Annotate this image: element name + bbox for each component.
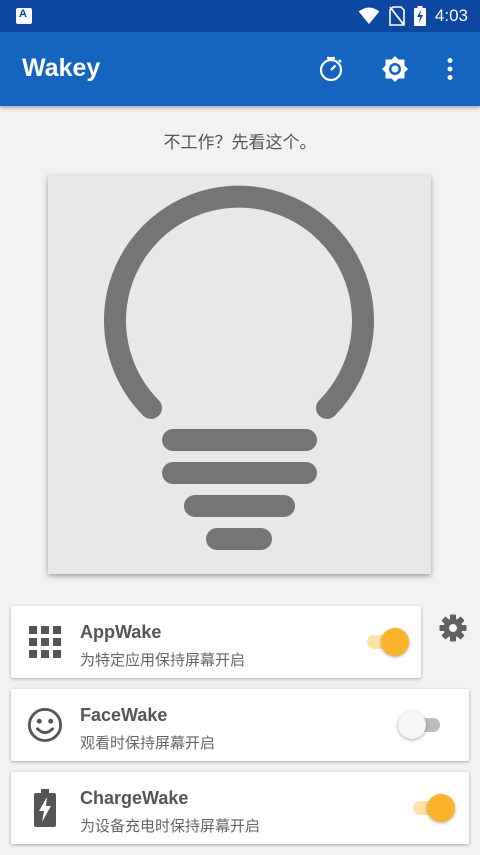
more-vert-icon — [447, 58, 453, 80]
facewake-title: FaceWake — [80, 705, 168, 725]
chargewake-card[interactable]: ChargeWake 为设备充电时保持屏幕开启 — [11, 772, 469, 844]
notification-a-icon: A — [16, 8, 32, 24]
status-time: 4:03 — [434, 6, 468, 25]
facewake-toggle[interactable] — [398, 711, 444, 739]
appwake-settings-button[interactable] — [438, 613, 468, 643]
app-bar: Wakey — [0, 32, 480, 106]
battery-charging-icon — [27, 789, 63, 827]
facewake-card[interactable]: FaceWake 观看时保持屏幕开启 — [11, 689, 469, 761]
chargewake-toggle[interactable] — [409, 794, 455, 822]
toggle-thumb — [381, 628, 409, 656]
timer-icon — [319, 56, 343, 82]
appwake-title: AppWake — [80, 622, 162, 642]
appwake-card[interactable]: AppWake 为特定应用保持屏幕开启 — [11, 606, 421, 678]
battery-charging-icon — [413, 6, 426, 26]
smiley-face-icon — [27, 707, 63, 743]
no-sim-icon — [389, 6, 405, 26]
wifi-icon — [358, 7, 380, 25]
app-title: Wakey — [22, 54, 101, 82]
status-bar: A 4:03 — [0, 0, 480, 32]
brightness-icon — [382, 56, 408, 82]
more-options-button[interactable] — [436, 55, 464, 83]
appwake-subtitle: 为特定应用保持屏幕开启 — [80, 651, 246, 669]
facewake-subtitle: 观看时保持屏幕开启 — [80, 734, 216, 752]
gear-icon — [439, 614, 467, 642]
toggle-thumb — [398, 711, 426, 739]
lightbulb-icon — [104, 185, 374, 550]
chargewake-title: ChargeWake — [80, 788, 189, 808]
toggle-thumb — [427, 794, 455, 822]
apps-grid-icon — [27, 624, 63, 660]
brightness-button[interactable] — [381, 55, 409, 83]
wake-toggle-bulb-button[interactable] — [48, 175, 431, 574]
appwake-toggle[interactable] — [363, 628, 409, 656]
timer-button[interactable] — [317, 55, 345, 83]
chargewake-subtitle: 为设备充电时保持屏幕开启 — [80, 817, 261, 835]
troubleshoot-link[interactable]: 不工作？先看这个。 — [0, 128, 480, 153]
